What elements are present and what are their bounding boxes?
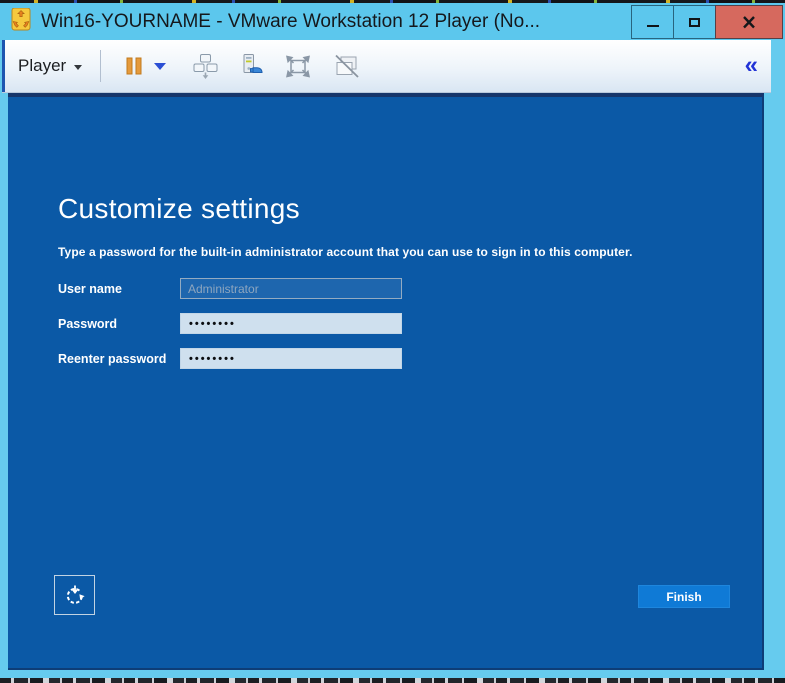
window-titlebar: Win16-YOURNAME - VMware Workstation 12 P… xyxy=(0,3,785,40)
toolbar-separator xyxy=(100,50,101,82)
suspend-dropdown-icon[interactable] xyxy=(154,63,166,70)
page-title: Customize settings xyxy=(58,193,300,225)
unity-mode-icon xyxy=(332,54,360,79)
minimize-icon xyxy=(647,25,659,27)
password-field[interactable] xyxy=(180,313,402,334)
username-row: User name xyxy=(58,278,402,299)
collapse-toolbar-button[interactable]: « xyxy=(745,54,758,78)
send-ctrl-alt-del-button[interactable] xyxy=(186,49,225,84)
vmware-player-window: Win16-YOURNAME - VMware Workstation 12 P… xyxy=(0,0,785,683)
fullscreen-icon xyxy=(284,55,312,78)
manage-vm-icon xyxy=(239,53,264,79)
close-button[interactable] xyxy=(715,5,783,39)
reenter-password-field[interactable] xyxy=(180,348,402,369)
ease-of-access-button[interactable] xyxy=(54,575,95,615)
page-description: Type a password for the built-in adminis… xyxy=(58,245,633,259)
maximize-button[interactable] xyxy=(673,5,716,39)
reenter-password-label: Reenter password xyxy=(58,352,180,366)
vmware-toolbar: Player xyxy=(2,40,771,93)
window-controls xyxy=(632,5,783,39)
toolbar-accent xyxy=(2,40,5,92)
username-field xyxy=(180,278,402,299)
chevron-down-icon xyxy=(74,65,82,70)
send-ctrl-alt-del-icon xyxy=(192,53,219,80)
window-title: Win16-YOURNAME - VMware Workstation 12 P… xyxy=(41,11,540,33)
ease-of-access-icon xyxy=(63,583,87,607)
manage-vm-button[interactable] xyxy=(233,49,270,83)
player-menu-button[interactable]: Player xyxy=(18,56,82,76)
desktop-edge-bottom xyxy=(0,678,785,683)
close-icon xyxy=(742,16,756,29)
player-menu-label: Player xyxy=(18,56,66,76)
password-label: Password xyxy=(58,317,180,331)
minimize-button[interactable] xyxy=(631,5,674,39)
suspend-pause-icon xyxy=(123,56,145,76)
maximize-icon xyxy=(689,18,700,27)
finish-button[interactable]: Finish xyxy=(638,585,730,608)
vmware-player-icon xyxy=(9,8,33,33)
fullscreen-button[interactable] xyxy=(278,51,318,82)
password-row: Password xyxy=(58,313,402,334)
reenter-password-row: Reenter password xyxy=(58,348,402,369)
suspend-vm-button[interactable] xyxy=(117,52,172,80)
username-label: User name xyxy=(58,282,180,296)
unity-mode-button[interactable] xyxy=(326,50,366,83)
vm-display: Customize settings Type a password for t… xyxy=(8,93,764,670)
